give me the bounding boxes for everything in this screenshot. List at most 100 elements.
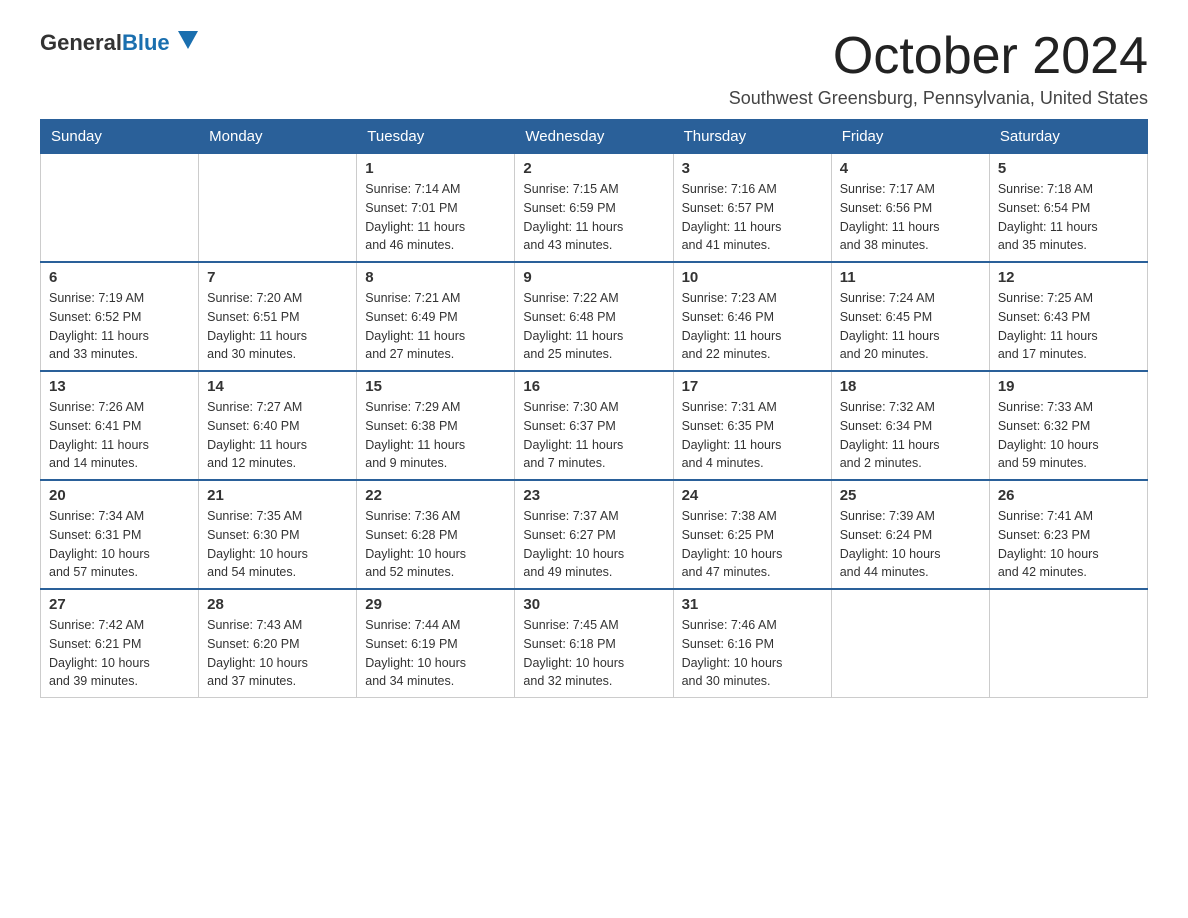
calendar-day-cell: 27Sunrise: 7:42 AM Sunset: 6:21 PM Dayli…: [41, 589, 199, 698]
calendar-day-cell: 28 Sunrise: 7:43 AM Sunset: 6:20 PM Dayli…: [199, 589, 357, 698]
day-info: Sunrise: 7:26 AM Sunset: 6:41 PM Dayligh…: [49, 398, 190, 473]
location-subtitle: Southwest Greensburg, Pennsylvania, Unit…: [729, 88, 1148, 109]
day-info: Sunrise: 7:44 AM Sunset: 6:19 PM Dayligh…: [365, 616, 506, 691]
weekday-header-monday: Monday: [199, 120, 357, 154]
calendar-day-cell: 4Sunrise: 7:17 AM Sunset: 6:56 PM Daylig…: [831, 154, 989, 263]
calendar-day-cell: 1 Sunrise: 7:14 AM Sunset: 7:01 PM Daylig…: [357, 154, 515, 263]
day-number: 2: [523, 160, 664, 177]
day-info: Sunrise: 7:14 AM Sunset: 7:01 PM Dayligh…: [365, 180, 506, 255]
calendar-day-cell: 18Sunrise: 7:32 AM Sunset: 6:34 PM Dayli…: [831, 371, 989, 480]
day-info: Sunrise: 7:38 AM Sunset: 6:25 PM Dayligh…: [682, 507, 823, 582]
calendar-day-cell: 31 Sunrise: 7:46 AM Sunset: 6:16 PM Dayli…: [673, 589, 831, 698]
day-number: 1: [365, 160, 506, 177]
month-title: October 2024: [729, 30, 1148, 82]
day-number: 28: [207, 596, 348, 613]
calendar-day-cell: 21Sunrise: 7:35 AM Sunset: 6:30 PM Dayli…: [199, 480, 357, 589]
calendar-day-cell: 7 Sunrise: 7:20 AM Sunset: 6:51 PM Daylig…: [199, 262, 357, 371]
day-info: Sunrise: 7:17 AM Sunset: 6:56 PM Dayligh…: [840, 180, 981, 255]
calendar-day-cell: 5 Sunrise: 7:18 AM Sunset: 6:54 PM Daylig…: [989, 154, 1147, 263]
logo-triangle-icon: [178, 31, 198, 51]
calendar-day-cell: [831, 589, 989, 698]
day-number: 26: [998, 487, 1139, 504]
day-number: 6: [49, 269, 190, 286]
day-info: Sunrise: 7:29 AM Sunset: 6:38 PM Dayligh…: [365, 398, 506, 473]
logo-blue-text: Blue: [122, 30, 170, 55]
weekday-header-sunday: Sunday: [41, 120, 199, 154]
calendar-day-cell: 10 Sunrise: 7:23 AM Sunset: 6:46 PM Dayli…: [673, 262, 831, 371]
day-info: Sunrise: 7:36 AM Sunset: 6:28 PM Dayligh…: [365, 507, 506, 582]
day-number: 9: [523, 269, 664, 286]
day-number: 16: [523, 378, 664, 395]
calendar-day-cell: 11 Sunrise: 7:24 AM Sunset: 6:45 PM Dayli…: [831, 262, 989, 371]
calendar-day-cell: 16 Sunrise: 7:30 AM Sunset: 6:37 PM Dayli…: [515, 371, 673, 480]
day-number: 29: [365, 596, 506, 613]
day-number: 15: [365, 378, 506, 395]
day-info: Sunrise: 7:33 AM Sunset: 6:32 PM Dayligh…: [998, 398, 1139, 473]
calendar-day-cell: 8Sunrise: 7:21 AM Sunset: 6:49 PM Daylig…: [357, 262, 515, 371]
calendar-day-cell: [199, 154, 357, 263]
day-info: Sunrise: 7:34 AM Sunset: 6:31 PM Dayligh…: [49, 507, 190, 582]
day-number: 5: [998, 160, 1139, 177]
calendar-day-cell: [41, 154, 199, 263]
day-number: 30: [523, 596, 664, 613]
calendar-day-cell: 26 Sunrise: 7:41 AM Sunset: 6:23 PM Dayli…: [989, 480, 1147, 589]
calendar-day-cell: 9 Sunrise: 7:22 AM Sunset: 6:48 PM Daylig…: [515, 262, 673, 371]
day-number: 17: [682, 378, 823, 395]
day-number: 14: [207, 378, 348, 395]
day-info: Sunrise: 7:19 AM Sunset: 6:52 PM Dayligh…: [49, 289, 190, 364]
weekday-header-wednesday: Wednesday: [515, 120, 673, 154]
day-number: 27: [49, 596, 190, 613]
calendar-day-cell: 24 Sunrise: 7:38 AM Sunset: 6:25 PM Dayli…: [673, 480, 831, 589]
calendar-day-cell: 14Sunrise: 7:27 AM Sunset: 6:40 PM Dayli…: [199, 371, 357, 480]
calendar-day-cell: [989, 589, 1147, 698]
calendar-week-row: 27Sunrise: 7:42 AM Sunset: 6:21 PM Dayli…: [41, 589, 1148, 698]
calendar-day-cell: 29 Sunrise: 7:44 AM Sunset: 6:19 PM Dayli…: [357, 589, 515, 698]
title-area: October 2024 Southwest Greensburg, Penns…: [729, 30, 1148, 109]
day-info: Sunrise: 7:23 AM Sunset: 6:46 PM Dayligh…: [682, 289, 823, 364]
day-number: 11: [840, 269, 981, 286]
day-number: 10: [682, 269, 823, 286]
day-info: Sunrise: 7:20 AM Sunset: 6:51 PM Dayligh…: [207, 289, 348, 364]
weekday-header-friday: Friday: [831, 120, 989, 154]
day-number: 25: [840, 487, 981, 504]
day-number: 20: [49, 487, 190, 504]
day-info: Sunrise: 7:24 AM Sunset: 6:45 PM Dayligh…: [840, 289, 981, 364]
calendar-day-cell: 30Sunrise: 7:45 AM Sunset: 6:18 PM Dayli…: [515, 589, 673, 698]
day-number: 21: [207, 487, 348, 504]
calendar-day-cell: 25 Sunrise: 7:39 AM Sunset: 6:24 PM Dayli…: [831, 480, 989, 589]
day-info: Sunrise: 7:39 AM Sunset: 6:24 PM Dayligh…: [840, 507, 981, 582]
day-info: Sunrise: 7:30 AM Sunset: 6:37 PM Dayligh…: [523, 398, 664, 473]
day-number: 8: [365, 269, 506, 286]
calendar-day-cell: 23Sunrise: 7:37 AM Sunset: 6:27 PM Dayli…: [515, 480, 673, 589]
day-number: 19: [998, 378, 1139, 395]
day-number: 24: [682, 487, 823, 504]
day-number: 18: [840, 378, 981, 395]
calendar-day-cell: 15 Sunrise: 7:29 AM Sunset: 6:38 PM Dayli…: [357, 371, 515, 480]
day-number: 7: [207, 269, 348, 286]
calendar-day-cell: 22Sunrise: 7:36 AM Sunset: 6:28 PM Dayli…: [357, 480, 515, 589]
calendar-day-cell: 12 Sunrise: 7:25 AM Sunset: 6:43 PM Dayli…: [989, 262, 1147, 371]
day-info: Sunrise: 7:22 AM Sunset: 6:48 PM Dayligh…: [523, 289, 664, 364]
weekday-header-tuesday: Tuesday: [357, 120, 515, 154]
weekday-header-row: SundayMondayTuesdayWednesdayThursdayFrid…: [41, 120, 1148, 154]
day-number: 12: [998, 269, 1139, 286]
day-info: Sunrise: 7:25 AM Sunset: 6:43 PM Dayligh…: [998, 289, 1139, 364]
calendar-week-row: 6 Sunrise: 7:19 AM Sunset: 6:52 PM Daylig…: [41, 262, 1148, 371]
calendar-week-row: 20 Sunrise: 7:34 AM Sunset: 6:31 PM Dayli…: [41, 480, 1148, 589]
day-info: Sunrise: 7:15 AM Sunset: 6:59 PM Dayligh…: [523, 180, 664, 255]
day-info: Sunrise: 7:46 AM Sunset: 6:16 PM Dayligh…: [682, 616, 823, 691]
logo: GeneralBlue: [40, 30, 198, 56]
calendar-week-row: 1 Sunrise: 7:14 AM Sunset: 7:01 PM Daylig…: [41, 154, 1148, 263]
weekday-header-thursday: Thursday: [673, 120, 831, 154]
day-info: Sunrise: 7:43 AM Sunset: 6:20 PM Dayligh…: [207, 616, 348, 691]
calendar-day-cell: 19 Sunrise: 7:33 AM Sunset: 6:32 PM Dayli…: [989, 371, 1147, 480]
calendar-day-cell: 3Sunrise: 7:16 AM Sunset: 6:57 PM Daylig…: [673, 154, 831, 263]
page-header: GeneralBlue October 2024 Southwest Green…: [40, 30, 1148, 109]
weekday-header-saturday: Saturday: [989, 120, 1147, 154]
day-info: Sunrise: 7:16 AM Sunset: 6:57 PM Dayligh…: [682, 180, 823, 255]
calendar-day-cell: 17Sunrise: 7:31 AM Sunset: 6:35 PM Dayli…: [673, 371, 831, 480]
day-info: Sunrise: 7:41 AM Sunset: 6:23 PM Dayligh…: [998, 507, 1139, 582]
day-info: Sunrise: 7:18 AM Sunset: 6:54 PM Dayligh…: [998, 180, 1139, 255]
calendar-day-cell: 13Sunrise: 7:26 AM Sunset: 6:41 PM Dayli…: [41, 371, 199, 480]
day-number: 31: [682, 596, 823, 613]
